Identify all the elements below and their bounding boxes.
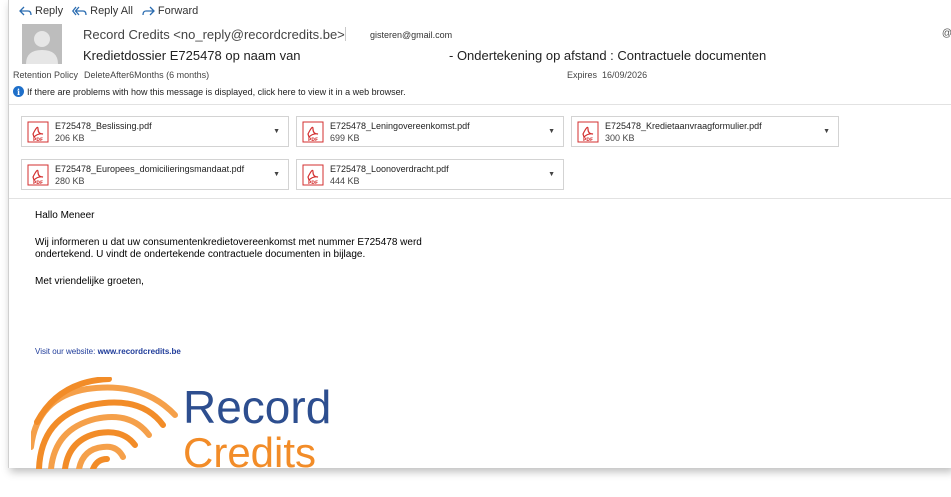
attachments-divider-line <box>9 198 951 199</box>
attachment[interactable]: PDF E725478_Europees_domicilieringsmanda… <box>21 159 289 190</box>
message-window: Reply Reply All Forward Record Credits <… <box>8 0 951 469</box>
pdf-file-icon: PDF <box>27 121 49 143</box>
expires-value: 16/09/2026 <box>602 70 648 80</box>
chevron-down-icon[interactable]: ▼ <box>273 128 280 135</box>
reply-label: Reply <box>35 5 64 17</box>
attachment-name: E725478_Beslissing.pdf <box>55 121 152 131</box>
subject-part-1: Kredietdossier E725478 op naam van <box>83 48 301 63</box>
chevron-down-icon[interactable]: ▼ <box>823 128 830 135</box>
reply-all-label: Reply All <box>90 5 133 17</box>
logo-word-credits: Credits <box>183 429 316 469</box>
body-paragraph-line-1: Wij informeren u dat uw consumentenkredi… <box>35 237 422 248</box>
expires-info: Expires 16/09/2026 <box>567 70 647 80</box>
pdf-file-icon: PDF <box>302 121 324 143</box>
person-icon <box>26 31 58 64</box>
expires-label: Expires <box>567 70 598 80</box>
chevron-down-icon[interactable]: ▼ <box>273 171 280 178</box>
display-info-bar[interactable]: i If there are problems with how this me… <box>13 86 406 97</box>
info-text: If there are problems with how this mess… <box>27 86 406 97</box>
reply-icon <box>19 6 32 15</box>
retention-label: Retention Policy <box>13 70 79 80</box>
logo-word-record: Record <box>183 381 331 433</box>
attachment-size: 444 KB <box>330 176 360 186</box>
fingerprint-icon <box>31 377 178 469</box>
body-paragraph-line-2: ondertekend. U vindt de ondertekende con… <box>35 249 366 260</box>
attachment-name: E725478_Kredietaanvraagformulier.pdf <box>605 121 762 131</box>
attachment[interactable]: PDF E725478_Beslissing.pdf 206 KB ▼ <box>21 116 289 147</box>
attachment[interactable]: PDF E725478_Loonoverdracht.pdf 444 KB ▼ <box>296 159 564 190</box>
record-credits-logo: Record Credits <box>31 377 331 469</box>
website-line: Visit our website: www.recordcredits.be <box>35 347 181 356</box>
sender-address[interactable]: Record Credits <no_reply@recordcredits.b… <box>83 27 345 42</box>
attachment-size: 300 KB <box>605 133 635 143</box>
sender-avatar[interactable] <box>22 24 62 64</box>
closing-text: Met vriendelijke groeten, <box>35 276 144 287</box>
pdf-file-icon: PDF <box>577 121 599 143</box>
attachment-size: 699 KB <box>330 133 360 143</box>
forward-label: Forward <box>157 5 199 17</box>
attachment[interactable]: PDF E725478_Kredietaanvraagformulier.pdf… <box>571 116 839 147</box>
svg-text:PDF: PDF <box>33 180 43 186</box>
svg-text:PDF: PDF <box>308 180 318 186</box>
chevron-down-icon[interactable]: ▼ <box>548 171 555 178</box>
header-divider-line <box>9 104 951 105</box>
recipient-address[interactable]: gisteren@gmail.com <box>370 30 452 40</box>
reply-all-button[interactable]: Reply All <box>72 5 133 17</box>
website-label: Visit our website: <box>35 347 96 356</box>
pdf-file-icon: PDF <box>27 164 49 186</box>
attachment-name: E725478_Europees_domicilieringsmandaat.p… <box>55 164 245 174</box>
website-link[interactable]: www.recordcredits.be <box>98 347 181 356</box>
message-toolbar: Reply Reply All Forward <box>19 3 207 19</box>
chevron-down-icon[interactable]: ▼ <box>548 128 555 135</box>
attachment-size: 206 KB <box>55 133 85 143</box>
svg-text:PDF: PDF <box>583 137 593 143</box>
header-divider <box>345 27 346 41</box>
greeting-text: Hallo Meneer <box>35 210 95 221</box>
info-icon: i <box>13 86 24 97</box>
expand-icon[interactable]: @ <box>942 28 951 39</box>
subject-part-2: - Ondertekening op afstand : Contractuel… <box>449 48 767 63</box>
attachment-size: 280 KB <box>55 176 85 186</box>
svg-text:PDF: PDF <box>33 137 43 143</box>
attachment-name: E725478_Leningovereenkomst.pdf <box>330 121 470 131</box>
reply-button[interactable]: Reply <box>19 5 63 17</box>
svg-text:PDF: PDF <box>308 137 318 143</box>
retention-policy: Retention Policy DeleteAfter6Months (6 mo… <box>13 70 209 80</box>
pdf-file-icon: PDF <box>302 164 324 186</box>
attachment-name: E725478_Loonoverdracht.pdf <box>330 164 449 174</box>
forward-icon <box>142 6 155 15</box>
reply-all-icon <box>72 6 87 15</box>
retention-value: DeleteAfter6Months (6 months) <box>84 70 210 80</box>
attachment[interactable]: PDF E725478_Leningovereenkomst.pdf 699 K… <box>296 116 564 147</box>
forward-button[interactable]: Forward <box>142 5 198 17</box>
